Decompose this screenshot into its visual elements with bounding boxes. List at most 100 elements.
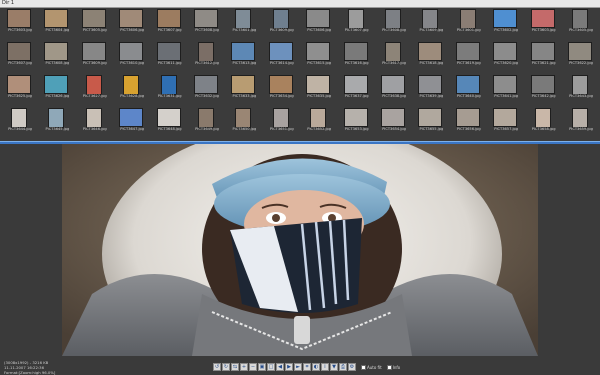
info-icon[interactable]: i [321,363,329,371]
thumbnail-item[interactable]: PICT3608.jpg [374,9,414,38]
thumbnail-grid: PICT3603.jpg PICT3604.jpg PICT3605.jpg PICT… [0,8,600,141]
thumbnail-item[interactable]: PICT3657.jpg [486,108,526,137]
thumbnail-item[interactable]: PICT3655.jpg [411,108,451,137]
thumbnail-item[interactable]: PICT3605.jpg [561,9,600,38]
thumbnail-item[interactable]: PICT3646.jpg [75,108,115,137]
thumbnail-item[interactable]: PICT3628.jpg [112,75,152,104]
thumbnail-item[interactable]: PICT3610.jpg [112,42,152,71]
thumbnail-item[interactable]: PICT3637.jpg [337,75,377,104]
thumbnail-item[interactable]: PICT3640.jpg [449,75,489,104]
thumbnail-item[interactable]: PICT3642.jpg [524,75,564,104]
thumbnail-item[interactable]: PICT3620.jpg [486,42,526,71]
thumbnail-item[interactable]: PICT3606.jpg [112,9,152,38]
thumbnail-item[interactable]: PICT3627.jpg [75,75,115,104]
thumbnail-filename: PICT3640.jpg [456,94,481,98]
thumbnail-item[interactable]: PICT3638.jpg [374,75,414,104]
rotate-left-icon[interactable]: ↺ [213,363,221,371]
thumbnail-item[interactable]: PICT3601.jpg [449,9,489,38]
thumbnail-item[interactable]: PICT3631.jpg [150,75,190,104]
thumbnail-item[interactable]: PICT3654.jpg [374,108,414,137]
thumbnail-item[interactable]: PICT3607.jpg [150,9,190,38]
checkbox-box[interactable] [386,364,392,370]
crop-icon[interactable]: ⌗ [303,363,311,371]
zoom-in-icon[interactable]: + [240,363,248,371]
thumbnail-item[interactable]: PICT3602.jpg [486,9,526,38]
thumbnail-filename: PICT3643.jpg [569,94,593,98]
thumbnail-item[interactable]: PICT3609.jpg [411,9,451,38]
thumbnail-image [268,75,293,94]
settings-icon[interactable]: ⚙ [348,363,356,371]
thumbnail-image [493,42,518,61]
thumbnail-item[interactable]: PICT3626.jpg [37,75,77,104]
thumbnail-item[interactable]: PICT3608.jpg [37,42,77,71]
thumbnail-item[interactable]: PICT3635.jpg [299,75,339,104]
thumbnail-item[interactable]: PICT3603.jpg [0,9,40,38]
thumbnail-item[interactable]: PICT3604.jpg [37,9,77,38]
thumbnail-item[interactable]: PICT3643.jpg [561,75,600,104]
thumbnail-item[interactable]: PICT3632.jpg [187,75,227,104]
thumbnail-item[interactable]: PICT3617.jpg [374,42,414,71]
thumbnail-image [347,9,364,29]
window-title: Dir 1 [2,0,15,6]
thumbnail-item[interactable]: PICT3659.jpg [561,108,600,137]
thumbnail-item[interactable]: PICT3606.jpg [299,9,339,38]
thumbnail-item[interactable]: PICT3613.jpg [224,42,264,71]
thumbnail-item[interactable]: PICT3616.jpg [337,42,377,71]
thumbnail-filename: PICT3607.jpg [344,28,369,32]
next-icon[interactable]: ▶ [285,363,293,371]
thumbnail-image [310,108,327,128]
thumbnail-item[interactable]: PICT3639.jpg [411,75,451,104]
thumbnail-item[interactable]: PICT3603.jpg [524,9,564,38]
thumbnail-item[interactable]: PICT3634.jpg [262,75,302,104]
thumbnail-item[interactable]: PICT3645.jpg [37,108,77,137]
thumbnail-item[interactable]: PICT3652.jpg [299,108,339,137]
thumbnail-item[interactable]: PICT3607.jpg [337,9,377,38]
prev-icon[interactable]: ◀ [276,363,284,371]
auto-fit-checkbox[interactable]: Auto fit [361,364,382,370]
thumbnail-item[interactable]: PICT3658.jpg [524,108,564,137]
thumbnail-item[interactable]: PICT3644.jpg [0,108,40,137]
thumbnail-item[interactable]: PICT3653.jpg [337,108,377,137]
thumbnail-filename: PICT3604.jpg [45,28,70,32]
thumbnail-item[interactable]: PICT3648.jpg [150,108,190,137]
info-checkbox[interactable]: Info [386,364,400,370]
adjust-icon[interactable]: ◐ [312,363,320,371]
thumbnail-filename: PICT3649.jpg [195,127,219,131]
thumbnail-item[interactable]: PICT3601.jpg [224,9,264,38]
checkbox-box[interactable] [361,364,366,370]
thumbnail-item[interactable]: PICT3633.jpg [224,75,264,104]
thumbnail-item[interactable]: PICT3605.jpg [75,9,115,38]
thumbnail-image [7,75,31,94]
thumbnail-item[interactable]: PICT3607.jpg [0,42,40,71]
slideshow-icon[interactable]: ► [294,363,302,371]
thumbnail-item[interactable]: PICT3650.jpg [224,108,264,137]
rotate-right-icon[interactable]: ↻ [222,363,230,371]
thumbnail-item[interactable]: PICT3615.jpg [299,42,339,71]
thumbnail-item[interactable]: PICT3612.jpg [187,42,227,71]
save-icon[interactable]: ▼ [330,363,338,371]
print-icon[interactable]: ⎙ [339,363,347,371]
actual-size-icon[interactable]: □ [267,363,275,371]
thumbnail-item[interactable]: PICT3647.jpg [112,108,152,137]
thumbnail-item[interactable]: PICT3608.jpg [187,9,227,38]
thumbnail-item[interactable]: PICT3609.jpg [262,9,302,38]
thumbnail-item[interactable]: PICT3618.jpg [411,42,451,71]
thumbnail-filename: PICT3606.jpg [307,28,332,32]
thumbnail-item[interactable]: PICT3609.jpg [75,42,115,71]
fit-icon[interactable]: ▣ [258,363,266,371]
thumbnail-item[interactable]: PICT3619.jpg [449,42,489,71]
thumbnail-item[interactable]: PICT3611.jpg [150,42,190,71]
thumbnail-filename: PICT3635.jpg [307,94,332,98]
thumbnail-item[interactable]: PICT3651.jpg [262,108,302,137]
thumbnail-item[interactable]: PICT3641.jpg [486,75,526,104]
thumbnail-image [306,9,331,28]
thumbnail-item[interactable]: PICT3656.jpg [449,108,489,137]
flip-icon[interactable]: ⇆ [231,363,239,371]
thumbnail-item[interactable]: PICT3622.jpg [561,42,600,71]
thumbnail-filename: PICT3609.jpg [82,61,107,65]
thumbnail-item[interactable]: PICT3649.jpg [187,108,227,137]
thumbnail-item[interactable]: PICT3625.jpg [0,75,40,104]
thumbnail-item[interactable]: PICT3614.jpg [262,42,302,71]
zoom-out-icon[interactable]: − [249,363,257,371]
thumbnail-item[interactable]: PICT3621.jpg [524,42,564,71]
